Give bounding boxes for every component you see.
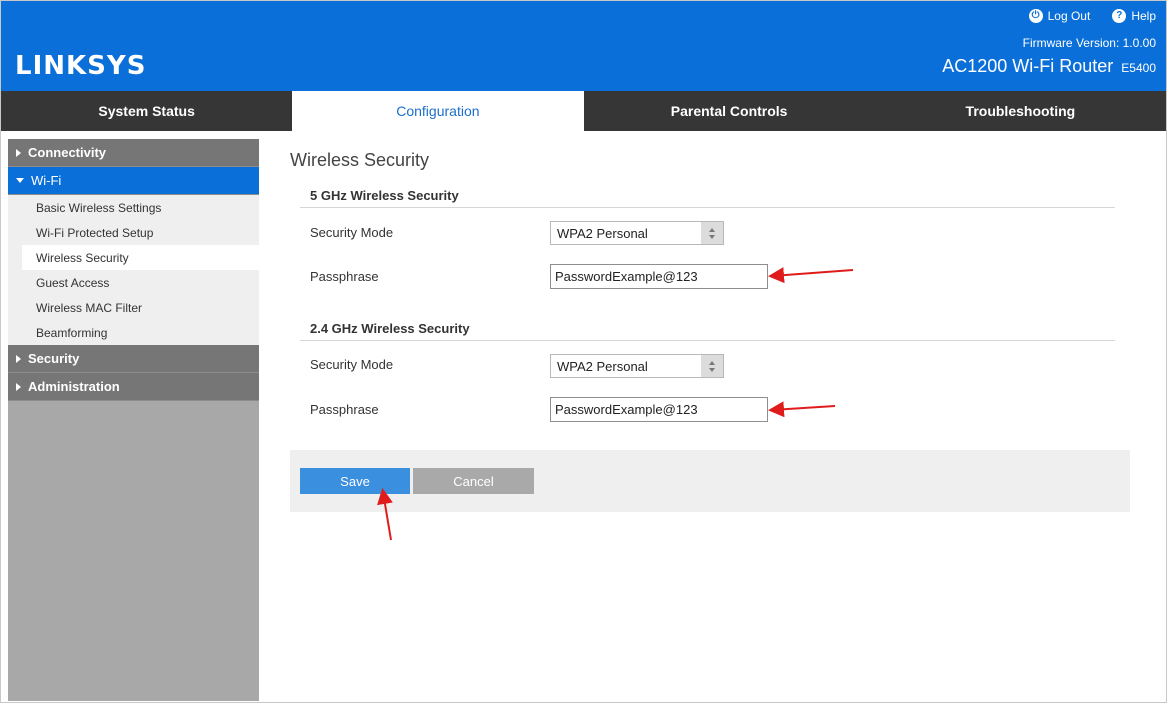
sidebar-item-wireless-security[interactable]: Wireless Security bbox=[22, 245, 259, 270]
caret-right-icon bbox=[16, 382, 21, 391]
model-name: AC1200 Wi-Fi Router bbox=[942, 56, 1114, 76]
save-button[interactable]: Save bbox=[300, 468, 410, 494]
logout-label: Log Out bbox=[1047, 9, 1091, 23]
sidebar-group-wifi[interactable]: Wi-Fi bbox=[8, 167, 259, 195]
header: LINKSYS ⏻ Log Out ? Help Firmware Versio… bbox=[1, 1, 1166, 91]
firmware-version: Firmware Version: 1.0.00 bbox=[1022, 36, 1156, 50]
security-mode-label-5ghz: Security Mode bbox=[310, 225, 394, 240]
sidebar-item-basic-wireless-settings[interactable]: Basic Wireless Settings bbox=[8, 195, 259, 220]
sidebar-item-wireless-mac-filter[interactable]: Wireless MAC Filter bbox=[8, 295, 259, 320]
linksys-logo: LINKSYS bbox=[15, 51, 147, 81]
caret-down-icon bbox=[16, 178, 24, 183]
router-model: AC1200 Wi-Fi Router E5400 bbox=[942, 56, 1156, 77]
caret-right-icon bbox=[16, 354, 21, 363]
tab-configuration[interactable]: Configuration bbox=[292, 91, 584, 131]
section-title-24ghz: 2.4 GHz Wireless Security bbox=[310, 321, 470, 336]
sidebar-group-label: Security bbox=[28, 351, 80, 366]
passphrase-input-24ghz[interactable] bbox=[550, 397, 768, 422]
tab-system-status[interactable]: System Status bbox=[1, 91, 292, 131]
model-code: E5400 bbox=[1121, 61, 1156, 75]
passphrase-input-5ghz[interactable] bbox=[550, 264, 768, 289]
sidebar-item-guest-access[interactable]: Guest Access bbox=[8, 270, 259, 295]
logout-link[interactable]: ⏻ Log Out bbox=[1028, 9, 1091, 23]
page-title: Wireless Security bbox=[290, 150, 430, 170]
section-divider bbox=[300, 340, 1115, 341]
security-mode-select-24ghz[interactable]: WPA2 Personal bbox=[550, 354, 724, 378]
section-divider bbox=[300, 207, 1115, 208]
help-icon: ? bbox=[1112, 9, 1127, 23]
sidebar-group-security[interactable]: Security bbox=[8, 345, 259, 373]
top-links: ⏻ Log Out ? Help bbox=[1028, 9, 1156, 23]
sidebar: Connectivity Wi-Fi Basic Wireless Settin… bbox=[8, 139, 259, 701]
stepper-arrows-icon bbox=[701, 222, 723, 244]
wifi-submenu: Basic Wireless Settings Wi-Fi Protected … bbox=[8, 195, 259, 345]
sidebar-item-wifi-protected-setup[interactable]: Wi-Fi Protected Setup bbox=[8, 220, 259, 245]
caret-right-icon bbox=[16, 148, 21, 157]
security-mode-value: WPA2 Personal bbox=[557, 225, 648, 241]
tab-parental-controls[interactable]: Parental Controls bbox=[584, 91, 875, 131]
security-mode-label-24ghz: Security Mode bbox=[310, 357, 394, 372]
help-label: Help bbox=[1131, 9, 1156, 23]
sidebar-item-beamforming[interactable]: Beamforming bbox=[8, 320, 259, 345]
passphrase-label-5ghz: Passphrase bbox=[310, 269, 379, 284]
tab-troubleshooting[interactable]: Troubleshooting bbox=[875, 91, 1166, 131]
cancel-button[interactable]: Cancel bbox=[413, 468, 534, 494]
stepper-arrows-icon bbox=[701, 355, 723, 377]
security-mode-value: WPA2 Personal bbox=[557, 358, 648, 374]
sidebar-group-label: Wi-Fi bbox=[31, 173, 62, 188]
sidebar-group-administration[interactable]: Administration bbox=[8, 373, 259, 401]
sidebar-group-connectivity[interactable]: Connectivity bbox=[8, 139, 259, 167]
sidebar-group-label: Connectivity bbox=[28, 145, 107, 160]
security-mode-select-5ghz[interactable]: WPA2 Personal bbox=[550, 221, 724, 245]
power-icon: ⏻ bbox=[1028, 9, 1043, 23]
section-title-5ghz: 5 GHz Wireless Security bbox=[310, 188, 459, 203]
sidebar-group-label: Administration bbox=[28, 379, 120, 394]
help-link[interactable]: ? Help bbox=[1112, 9, 1156, 23]
passphrase-label-24ghz: Passphrase bbox=[310, 402, 379, 417]
main-nav: System Status Configuration Parental Con… bbox=[1, 91, 1166, 131]
